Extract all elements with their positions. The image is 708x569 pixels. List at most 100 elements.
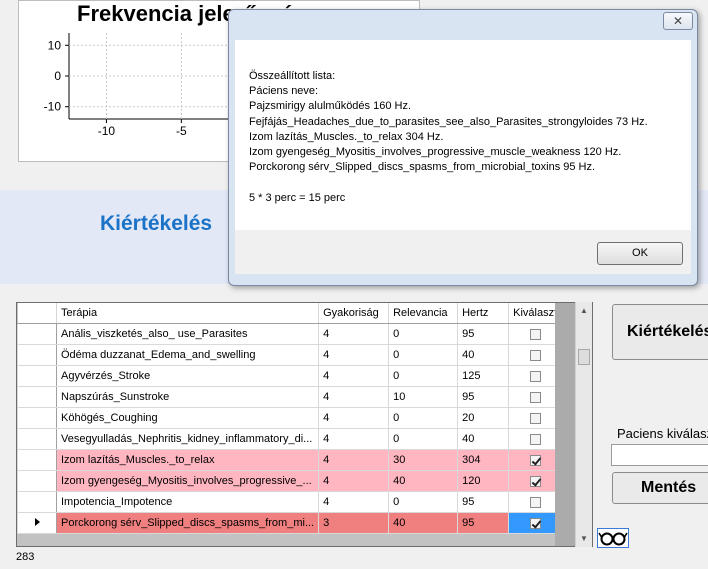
cell-relevancia[interactable]: 10 bbox=[388, 386, 459, 408]
cell-terapia[interactable]: Vesegyulladás_Nephritis_kidney_inflammat… bbox=[55, 428, 320, 450]
glasses-icon[interactable] bbox=[597, 528, 629, 548]
select-checkbox[interactable] bbox=[529, 349, 541, 361]
close-icon[interactable]: ✕ bbox=[663, 12, 693, 30]
cell-kivalaszt[interactable] bbox=[508, 323, 563, 345]
cell-kivalaszt[interactable] bbox=[508, 386, 563, 408]
cell-kivalaszt[interactable] bbox=[508, 512, 563, 534]
therapy-grid[interactable]: Terápia Gyakoriság Relevancia Hertz Kivá… bbox=[16, 302, 593, 547]
select-checkbox[interactable] bbox=[529, 433, 541, 445]
grid-vertical-scrollbar[interactable]: ▲ ▼ bbox=[575, 302, 592, 547]
select-checkbox[interactable] bbox=[529, 370, 541, 382]
cell-relevancia[interactable]: 30 bbox=[388, 449, 459, 471]
cell-kivalaszt[interactable] bbox=[508, 491, 563, 513]
select-checkbox[interactable] bbox=[529, 454, 541, 466]
cell-relevancia[interactable]: 0 bbox=[388, 491, 459, 513]
cell-hertz[interactable]: 95 bbox=[457, 386, 510, 408]
cell-gyakorisag[interactable]: 4 bbox=[318, 323, 390, 345]
table-row[interactable]: Anális_viszketés_also_ use_Parasites 4 0 95 bbox=[17, 323, 563, 345]
cell-relevancia[interactable]: 40 bbox=[388, 512, 459, 534]
cell-hertz[interactable]: 304 bbox=[457, 449, 510, 471]
cell-relevancia[interactable]: 40 bbox=[388, 470, 459, 492]
row-header[interactable] bbox=[17, 449, 57, 471]
col-header-relevancia[interactable]: Relevancia bbox=[388, 303, 459, 324]
col-header-terapia[interactable]: Terápia bbox=[56, 303, 320, 324]
cell-terapia[interactable]: Izom gyengeség_Myositis_involves_progres… bbox=[55, 470, 320, 492]
cell-hertz[interactable]: 95 bbox=[457, 512, 510, 534]
row-header[interactable] bbox=[17, 365, 57, 387]
cell-gyakorisag[interactable]: 4 bbox=[318, 386, 390, 408]
cell-terapia[interactable]: Köhögés_Coughing bbox=[55, 407, 320, 429]
scroll-down-icon[interactable]: ▼ bbox=[576, 530, 592, 547]
row-header[interactable] bbox=[17, 491, 57, 513]
col-header-gyakorisag[interactable]: Gyakoriság bbox=[318, 303, 390, 324]
table-row[interactable]: Vesegyulladás_Nephritis_kidney_inflammat… bbox=[17, 428, 563, 450]
cell-gyakorisag[interactable]: 4 bbox=[318, 491, 390, 513]
cell-hertz[interactable]: 125 bbox=[457, 365, 510, 387]
cell-hertz[interactable]: 20 bbox=[457, 407, 510, 429]
cell-hertz[interactable]: 120 bbox=[457, 470, 510, 492]
table-row[interactable]: Ödéma duzzanat_Edema_and_swelling 4 0 40 bbox=[17, 344, 563, 366]
col-header-hertz[interactable]: Hertz bbox=[457, 303, 510, 324]
cell-kivalaszt[interactable] bbox=[508, 470, 563, 492]
cell-gyakorisag[interactable]: 4 bbox=[318, 344, 390, 366]
select-checkbox[interactable] bbox=[529, 496, 541, 508]
ok-button[interactable]: OK bbox=[597, 242, 683, 265]
cell-kivalaszt[interactable] bbox=[508, 344, 563, 366]
scroll-thumb[interactable] bbox=[578, 349, 590, 365]
row-header[interactable] bbox=[17, 512, 57, 534]
cell-kivalaszt[interactable] bbox=[508, 449, 563, 471]
cell-hertz[interactable]: 40 bbox=[457, 344, 510, 366]
cell-terapia[interactable]: Agyvérzés_Stroke bbox=[55, 365, 320, 387]
cell-terapia[interactable]: Impotencia_Impotence bbox=[55, 491, 320, 513]
cell-terapia[interactable]: Porckorong sérv_Slipped_discs_spasms_fro… bbox=[55, 512, 320, 534]
cell-relevancia[interactable]: 0 bbox=[388, 407, 459, 429]
cell-gyakorisag[interactable]: 4 bbox=[318, 365, 390, 387]
select-checkbox[interactable] bbox=[529, 328, 541, 340]
cell-relevancia[interactable]: 0 bbox=[388, 428, 459, 450]
cell-gyakorisag[interactable]: 4 bbox=[318, 470, 390, 492]
table-row[interactable]: Köhögés_Coughing 4 0 20 bbox=[17, 407, 563, 429]
cell-kivalaszt[interactable] bbox=[508, 428, 563, 450]
chart-x-tick-label: -10 bbox=[98, 124, 116, 138]
cell-relevancia[interactable]: 0 bbox=[388, 323, 459, 345]
cell-kivalaszt[interactable] bbox=[508, 407, 563, 429]
cell-relevancia[interactable]: 0 bbox=[388, 344, 459, 366]
grid-header-row: Terápia Gyakoriság Relevancia Hertz Kivá… bbox=[17, 303, 563, 324]
cell-terapia[interactable]: Izom lazítás_Muscles._to_relax bbox=[55, 449, 320, 471]
cell-kivalaszt[interactable] bbox=[508, 365, 563, 387]
table-row[interactable]: Impotencia_Impotence 4 0 95 bbox=[17, 491, 563, 513]
select-checkbox[interactable] bbox=[529, 517, 541, 529]
current-row-arrow-icon bbox=[34, 518, 40, 526]
table-row[interactable]: Porckorong sérv_Slipped_discs_spasms_fro… bbox=[17, 512, 563, 534]
row-header[interactable] bbox=[17, 344, 57, 366]
cell-hertz[interactable]: 95 bbox=[457, 323, 510, 345]
cell-gyakorisag[interactable]: 4 bbox=[318, 449, 390, 471]
table-row[interactable]: Izom lazítás_Muscles._to_relax 4 30 304 bbox=[17, 449, 563, 471]
cell-gyakorisag[interactable]: 4 bbox=[318, 428, 390, 450]
select-checkbox[interactable] bbox=[529, 475, 541, 487]
row-header[interactable] bbox=[17, 470, 57, 492]
cell-terapia[interactable]: Anális_viszketés_also_ use_Parasites bbox=[55, 323, 320, 345]
table-row[interactable]: Napszúrás_Sunstroke 4 10 95 bbox=[17, 386, 563, 408]
row-header[interactable] bbox=[17, 323, 57, 345]
paciens-input[interactable] bbox=[611, 444, 708, 466]
mentes-button[interactable]: Mentés bbox=[612, 472, 708, 504]
select-checkbox[interactable] bbox=[529, 391, 541, 403]
cell-gyakorisag[interactable]: 3 bbox=[318, 512, 390, 534]
select-checkbox[interactable] bbox=[529, 412, 541, 424]
col-header-kivalaszt[interactable]: Kiválaszt bbox=[508, 303, 563, 324]
cell-terapia[interactable]: Napszúrás_Sunstroke bbox=[55, 386, 320, 408]
table-row[interactable]: Izom gyengeség_Myositis_involves_progres… bbox=[17, 470, 563, 492]
cell-terapia[interactable]: Ödéma duzzanat_Edema_and_swelling bbox=[55, 344, 320, 366]
row-header[interactable] bbox=[17, 386, 57, 408]
table-row[interactable]: Agyvérzés_Stroke 4 0 125 bbox=[17, 365, 563, 387]
kiertekeles-button[interactable]: Kiértékelés bbox=[612, 304, 708, 360]
cell-gyakorisag[interactable]: 4 bbox=[318, 407, 390, 429]
cell-hertz[interactable]: 95 bbox=[457, 491, 510, 513]
scroll-up-icon[interactable]: ▲ bbox=[576, 302, 592, 319]
row-header[interactable] bbox=[17, 407, 57, 429]
paciens-label: Paciens kiválasztás bbox=[617, 426, 708, 441]
cell-relevancia[interactable]: 0 bbox=[388, 365, 459, 387]
cell-hertz[interactable]: 40 bbox=[457, 428, 510, 450]
row-header[interactable] bbox=[17, 428, 57, 450]
